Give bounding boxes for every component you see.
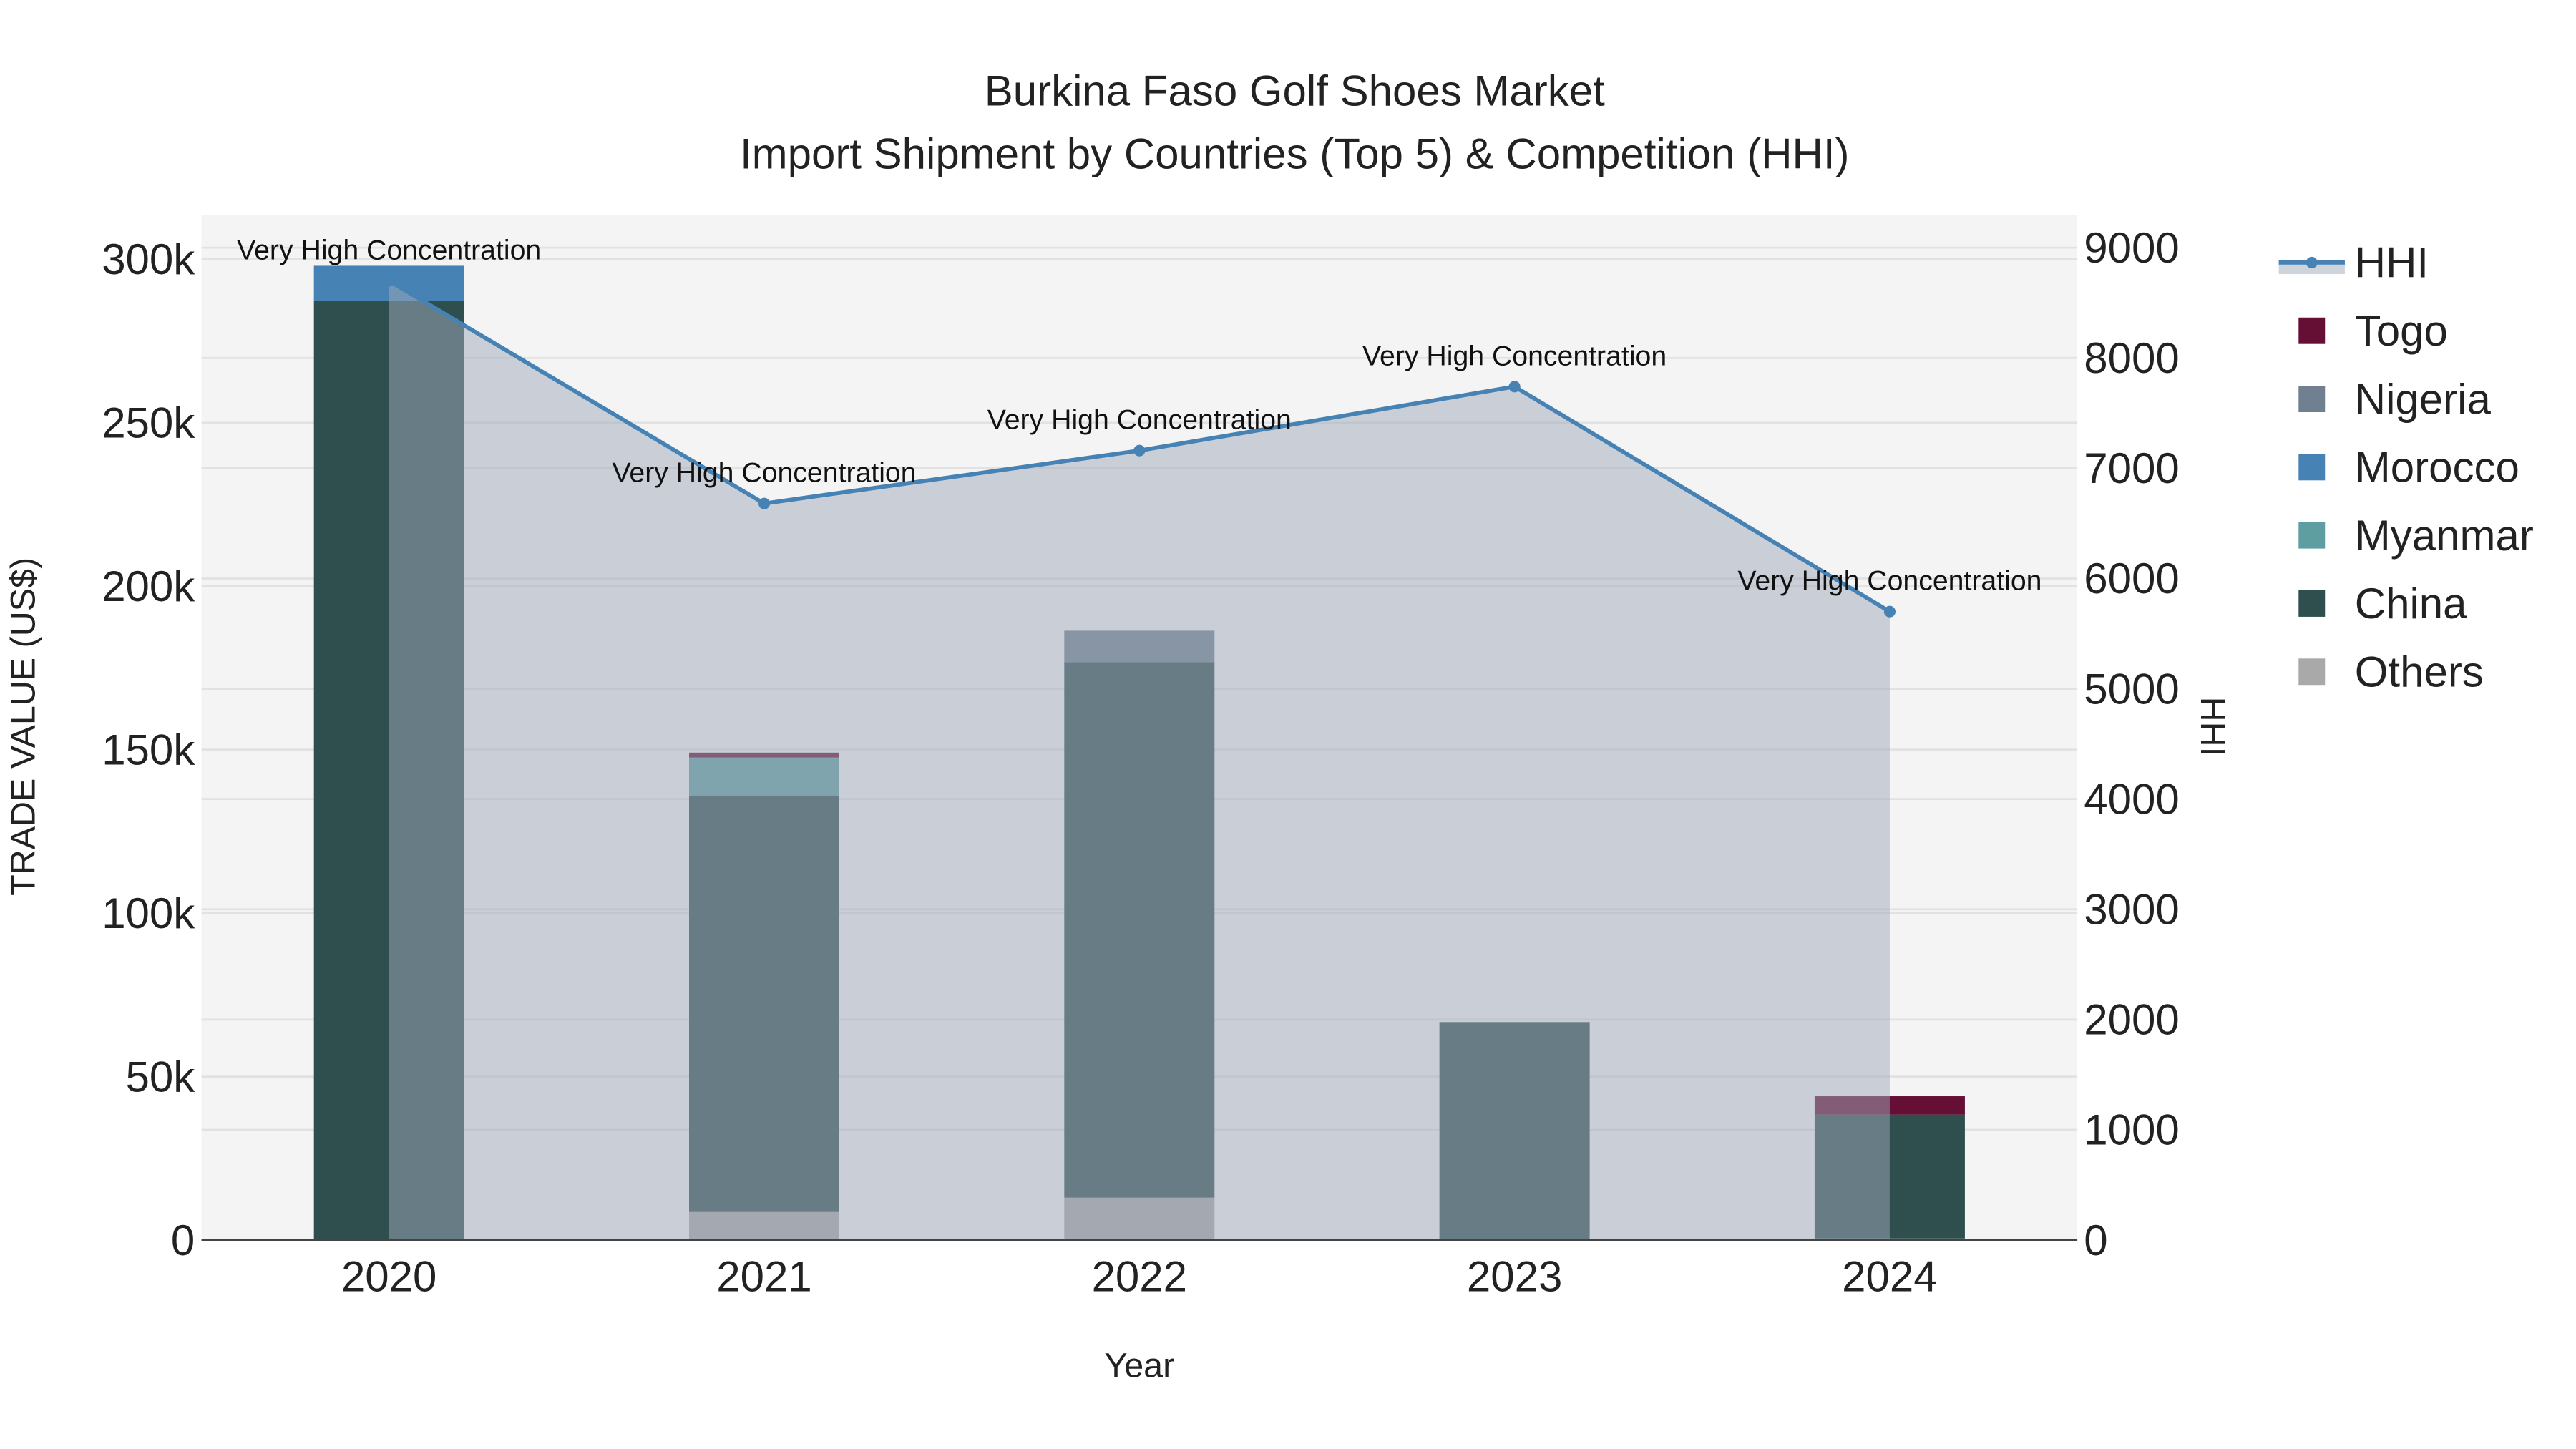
- y2-tick-label: 9000: [2084, 224, 2179, 272]
- hhi-annotation: Very High Concentration: [1737, 565, 2041, 597]
- y-tick-label: 200k: [102, 562, 195, 610]
- legend-swatch: [2298, 590, 2326, 617]
- y2-tick-label: 2000: [2084, 996, 2179, 1044]
- hhi-point-2020[interactable]: [383, 275, 395, 287]
- legend-swatch: [2298, 454, 2326, 481]
- legend-swatch: [2298, 658, 2326, 686]
- y-tick-label: 100k: [102, 889, 195, 937]
- y-axis-title: TRADE VALUE (US$): [4, 557, 42, 896]
- chart: Very High Concentration Very High Concent…: [0, 0, 2576, 1449]
- hhi-annotation: Very High Concentration: [237, 234, 541, 265]
- y2-tick-label: 8000: [2084, 334, 2179, 382]
- legend-label: Togo: [2355, 307, 2448, 355]
- legend-swatch: [2298, 522, 2326, 549]
- x-tick-label: 2020: [341, 1253, 436, 1301]
- x-tick-label: 2023: [1467, 1253, 1562, 1301]
- x-tick-label: 2022: [1092, 1253, 1187, 1301]
- hhi-annotation: Very High Concentration: [1362, 340, 1667, 371]
- y-tick-label: 50k: [126, 1053, 196, 1101]
- legend-label: Morocco: [2355, 444, 2519, 492]
- y-tick-label: 300k: [102, 235, 195, 283]
- hhi-annotation: Very High Concentration: [987, 404, 1292, 436]
- y2-tick-label: 7000: [2084, 444, 2179, 492]
- y2-tick-label: 4000: [2084, 775, 2179, 823]
- y-tick-label: 0: [171, 1216, 195, 1264]
- y2-axis-title: HHI: [2193, 697, 2232, 756]
- legend-label: China: [2355, 580, 2467, 628]
- legend-label: Others: [2355, 648, 2484, 696]
- legend-marker: [2306, 256, 2318, 268]
- x-tick-label: 2024: [1842, 1253, 1937, 1301]
- legend-swatch: [2298, 386, 2326, 412]
- hhi-point-2023[interactable]: [1508, 381, 1521, 393]
- legend-label: Nigeria: [2355, 375, 2492, 423]
- x-tick-label: 2021: [716, 1253, 811, 1301]
- y2-tick-label: 6000: [2084, 555, 2179, 602]
- y-tick-label: 150k: [102, 726, 195, 774]
- legend-label: HHI: [2355, 239, 2429, 287]
- chart-subtitle: Import Shipment by Countries (Top 5) & C…: [740, 130, 1850, 177]
- y-tick-label: 250k: [102, 399, 195, 447]
- y2-tick-label: 3000: [2084, 886, 2179, 934]
- hhi-point-2022[interactable]: [1133, 444, 1146, 457]
- hhi-annotation: Very High Concentration: [612, 457, 916, 489]
- hhi-point-2024[interactable]: [1883, 605, 1896, 618]
- legend-swatch: [2298, 317, 2326, 344]
- y2-tick-label: 5000: [2084, 665, 2179, 713]
- x-axis-title: Year: [1104, 1347, 1174, 1385]
- hhi-point-2021[interactable]: [758, 497, 771, 509]
- chart-title: Burkina Faso Golf Shoes Market: [985, 67, 1605, 115]
- y2-tick-label: 0: [2084, 1216, 2107, 1264]
- y2-tick-label: 1000: [2084, 1106, 2179, 1154]
- legend-label: Myanmar: [2355, 512, 2534, 560]
